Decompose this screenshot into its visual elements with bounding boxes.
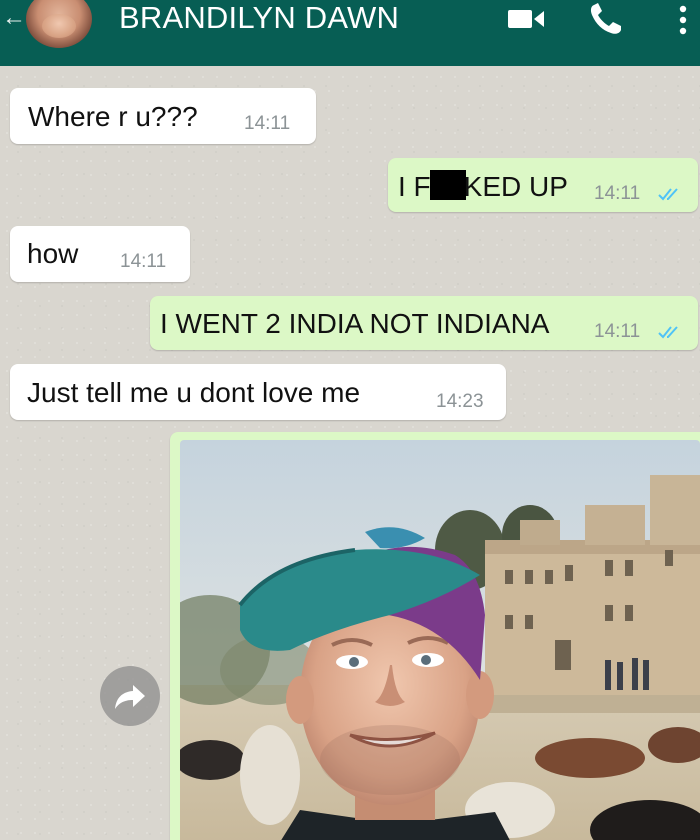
message-text-after: KED UP [463,171,568,202]
selfie-photo[interactable] [180,440,700,840]
message-text: I F KED UP [398,170,568,203]
message-bubble-outgoing[interactable]: I WENT 2 INDIA NOT INDIANA 14:11 [150,296,698,350]
message-time: 14:11 [594,183,641,204]
arrow-back-icon[interactable]: ← [2,6,26,30]
chat-header: ← BRANDILYN DAWN [0,0,700,66]
message-time: 14:11 [120,251,167,272]
message-text: Just tell me u dont love me [27,377,361,408]
message-text: how [27,238,79,269]
forward-button[interactable] [100,666,160,726]
forward-share-icon [115,685,145,709]
read-ticks-icon [658,188,678,201]
message-time: 14:11 [594,321,641,342]
message-bubble-incoming[interactable]: Where r u??? 14:11 [10,88,316,144]
avatar[interactable] [26,0,92,48]
message-text: Where r u??? [28,101,198,132]
message-time: 14:11 [244,113,291,134]
message-time: 14:23 [436,391,484,412]
voice-call-icon[interactable] [588,2,624,36]
contact-name[interactable]: BRANDILYN DAWN [119,0,399,36]
read-ticks-icon [658,326,678,339]
censor-bar [429,170,466,200]
video-call-icon[interactable] [506,6,546,30]
image-message-bubble[interactable] [170,432,700,840]
message-bubble-incoming[interactable]: Just tell me u dont love me 14:23 [10,364,506,420]
more-vert-icon[interactable] [676,4,690,36]
message-bubble-incoming[interactable]: how 14:11 [10,226,190,282]
message-text-before: I F [398,171,431,202]
message-text: I WENT 2 INDIA NOT INDIANA [160,308,550,339]
message-bubble-outgoing[interactable]: I F KED UP 14:11 [388,158,698,212]
